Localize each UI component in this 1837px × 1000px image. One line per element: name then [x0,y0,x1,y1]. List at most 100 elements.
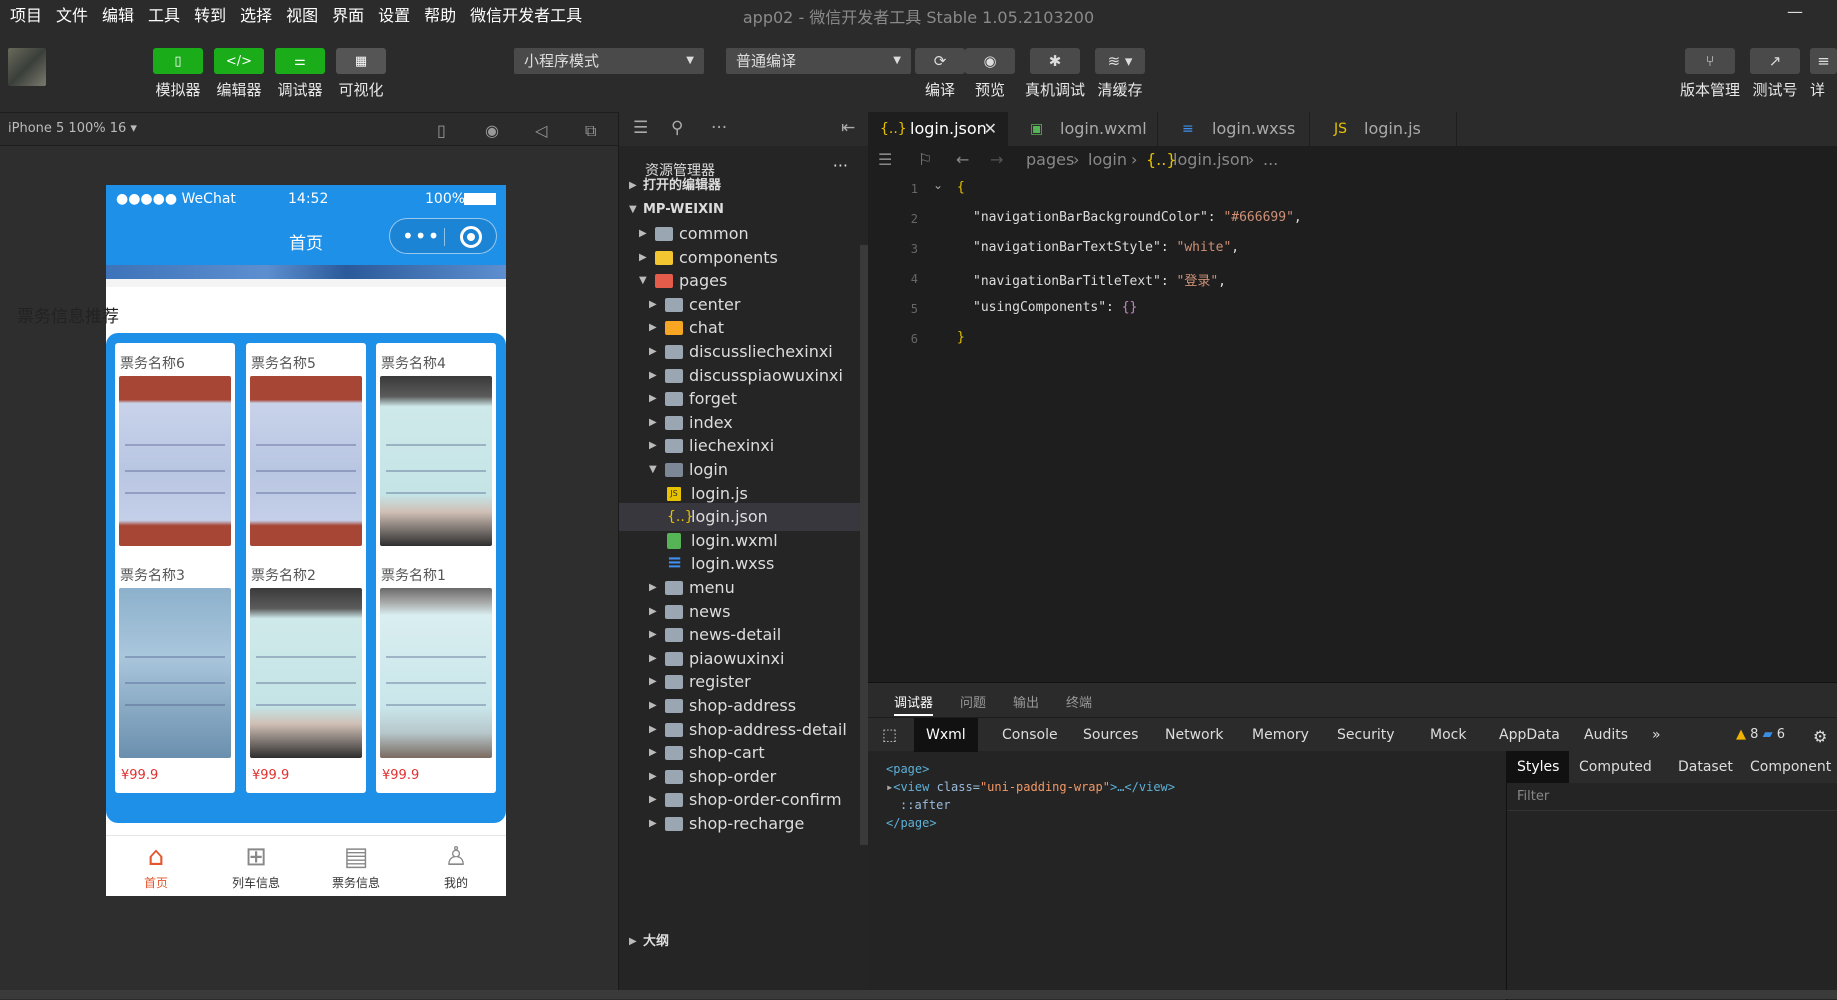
editor-tab-login-json[interactable]: {..} login.json ✕ [868,112,1008,146]
bookmark-icon[interactable]: ⚐ [918,150,932,169]
breadcrumb-login[interactable]: login [1088,150,1127,169]
avatar[interactable] [8,48,46,86]
fold-chevron-icon[interactable]: ⌄ [933,178,943,192]
menu-item-10[interactable]: 微信开发者工具 [470,2,582,26]
folder-icon [665,439,683,454]
ticket-card[interactable]: 票务名称2 ¥99.9 [246,555,366,793]
panel-tab-sources[interactable]: Sources [1083,718,1138,752]
breadcrumb-pages[interactable]: pages [1026,150,1074,169]
json-icon: {..} [1146,150,1177,169]
ticket-card[interactable]: 票务名称5¥99.9 [246,343,366,581]
menu-item-7[interactable]: 界面 [332,2,364,26]
ticket-card[interactable]: 票务名称6¥99.9 [115,343,235,581]
devtools-tab-0[interactable]: 调试器 [894,692,934,716]
outline-section[interactable]: ▶ 大纲 [619,928,869,956]
ticket-name: 票务名称1 [381,568,446,584]
more-icon[interactable]: ··· [711,118,727,138]
xml-view-node[interactable]: ▸<view class="uni-padding-wrap">…</view> [886,780,1175,794]
tab-label: 首页 [143,876,168,890]
editor-button[interactable]: </> 编辑器 [214,48,264,100]
breadcrumb-file[interactable]: login.json [1173,150,1250,169]
menu-item-1[interactable]: 文件 [56,2,88,26]
ticket-card[interactable]: 票务名称3 ¥99.9 [115,555,235,793]
panel-tab-network[interactable]: Network [1165,718,1223,752]
menu-item-8[interactable]: 设置 [378,2,410,26]
preview-button[interactable]: ◉ 预览 [965,48,1015,100]
menu-item-5[interactable]: 选择 [240,2,272,26]
panel-tab-appdata[interactable]: AppData [1499,718,1560,752]
tree-item-shop-recharge[interactable]: ▶ shop-recharge [619,810,869,838]
menu-item-2[interactable]: 编辑 [102,2,134,26]
menu-item-3[interactable]: 工具 [148,2,180,26]
menu-item-9[interactable]: 帮助 [424,2,456,26]
xml-page-open[interactable]: <page> [886,762,929,776]
xml-page-close[interactable]: </page> [886,816,937,830]
more-tabs-icon[interactable]: » [1652,718,1661,752]
ticket-card[interactable]: 票务名称1 ¥99.9 [376,555,496,793]
list-icon[interactable]: ☰ [633,118,648,138]
user-icon: ♙ [444,842,468,872]
menu-item-6[interactable]: 视图 [286,2,318,26]
visual-button[interactable]: ▦ 可视化 [336,48,386,100]
tab-calendar[interactable]: ▤ 票务信息 [306,836,406,897]
collapse-icon[interactable]: ⇤ [841,118,855,138]
forward-arrow-icon[interactable]: → [990,150,1003,169]
layers-icon: ≋ ▾ [1095,48,1145,74]
banner-image[interactable] [106,265,506,279]
more-dots-icon[interactable]: ••• [402,224,440,248]
explorer-scrollbar[interactable] [860,245,868,845]
phone-outline-icon[interactable]: ▯ [437,121,446,140]
devtools-top-tabs: 调试器 问题 输出 终端 [868,683,1837,717]
remote-debug-button[interactable]: ✱ 真机调试 [1025,48,1085,100]
menu-item-4[interactable]: 转到 [194,2,226,26]
device-select[interactable]: iPhone 5 100% 16 ▾ [8,121,137,136]
panel-tab-security[interactable]: Security [1337,718,1395,752]
warnings-badge[interactable]: ▲ 8 ▰ 6 [1736,727,1785,742]
record-icon[interactable]: ◉ [485,121,499,140]
inspect-icon[interactable]: ⬚ [882,718,897,752]
editor-tab-login-wxss[interactable]: ≡ login.wxss [1170,112,1310,146]
search-icon[interactable]: ⚲ [671,118,683,138]
compile-select[interactable]: 普通编译 ▼ [726,48,911,74]
version-button[interactable]: ⑂ 版本管理 [1680,48,1740,100]
styles-tab-0[interactable]: Styles [1507,751,1570,783]
xml-after[interactable]: ::after [900,798,951,812]
window-icon[interactable]: ⧉ [585,121,596,141]
simulator-button[interactable]: ▯ 模拟器 [153,48,203,100]
volume-icon[interactable]: ◁ [535,121,547,140]
panel-tab-audits[interactable]: Audits [1584,718,1628,752]
minimize-icon[interactable]: — [1787,2,1803,21]
close-target-icon[interactable] [460,226,482,248]
filter-input[interactable]: Filter [1507,783,1837,811]
ticket-image [250,376,362,546]
editor-tab-login-js[interactable]: JS login.js [1322,112,1457,146]
menu-item-0[interactable]: 项目 [10,2,42,26]
list-icon[interactable]: ☰ [878,150,892,169]
styles-tab-1[interactable]: Computed [1579,751,1652,783]
panel-tab-mock[interactable]: Mock [1430,718,1466,752]
panel-tab-console[interactable]: Console [1002,718,1058,752]
styles-tab-3[interactable]: Component [1750,751,1831,783]
settings-gear-icon[interactable]: ⚙ [1813,727,1827,746]
devtools-tab-3[interactable]: 终端 [1066,692,1092,711]
panel-tab-wxml[interactable]: Wxml [914,718,978,752]
test-account-button[interactable]: ↗ 测试号 [1750,48,1800,100]
panel-tab-memory[interactable]: Memory [1252,718,1309,752]
details-button[interactable]: ≡ 详 [1810,48,1837,100]
devtools-tab-1[interactable]: 问题 [960,692,986,711]
tab-home[interactable]: ⌂ 首页 [106,836,206,897]
capsule-menu[interactable]: ••• [389,218,497,254]
devtools-tab-2[interactable]: 输出 [1013,692,1039,711]
mode-select[interactable]: 小程序模式 ▼ [514,48,704,74]
clear-cache-button[interactable]: ≋ ▾ 清缓存 [1095,48,1145,100]
breadcrumb-more[interactable]: ... [1263,150,1278,169]
styles-tab-2[interactable]: Dataset [1678,751,1733,783]
debugger-button[interactable]: ⚌ 调试器 [275,48,325,100]
close-icon[interactable]: ✕ [984,112,997,146]
tab-user[interactable]: ♙ 我的 [406,836,506,897]
tab-grid[interactable]: ⊞ 列车信息 [206,836,306,897]
ticket-line [256,681,356,684]
ticket-card[interactable]: 票务名称4¥99.9 [376,343,496,581]
back-arrow-icon[interactable]: ← [956,150,969,169]
editor-tab-login-wxml[interactable]: ▣ login.wxml [1018,112,1158,146]
